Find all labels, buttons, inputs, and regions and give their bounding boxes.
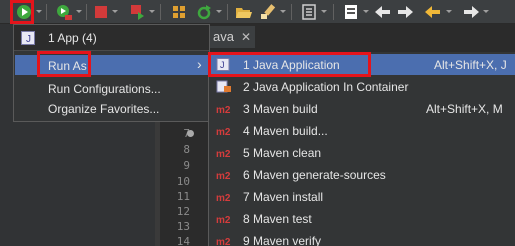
line-number: 11 [176, 190, 190, 203]
close-icon[interactable]: ✕ [241, 26, 251, 48]
java-app-icon: J [21, 31, 35, 45]
svg-text:m2: m2 [216, 149, 231, 159]
editor-ruler [155, 122, 160, 246]
svg-text:m2: m2 [216, 193, 231, 203]
line-number: 9 [183, 159, 190, 172]
coverage-dropdown-chevron-icon[interactable] [149, 10, 155, 13]
toolbar-separator [333, 4, 334, 20]
fold-icon[interactable] [187, 130, 194, 137]
new-class-icon[interactable] [171, 3, 189, 21]
menu-item-1-app[interactable]: J 1 App (4) [14, 25, 209, 51]
menu-item-java-container[interactable]: 2 Java Application In Container [243, 80, 408, 94]
menu-item-organize-favorites[interactable]: Organize Favorites... [48, 102, 159, 116]
run-as-highlight [37, 51, 91, 77]
svg-text:m2: m2 [216, 215, 231, 225]
next-edit-dropdown-chevron-icon[interactable] [483, 10, 489, 13]
menu-item-maven-generate-sources[interactable]: 6 Maven generate-sources [243, 168, 386, 182]
line-number: 10 [176, 175, 190, 188]
line-number: 12 [176, 205, 190, 218]
menu-item-maven-build[interactable]: 3 Maven build [243, 102, 318, 116]
menu-item-maven-install[interactable]: 7 Maven install [243, 190, 323, 204]
open-folder-icon[interactable] [235, 3, 253, 21]
stop-icon[interactable] [92, 3, 110, 21]
maven-icon: m2 [216, 237, 231, 246]
toolbar-separator [291, 4, 292, 20]
chevron-right-icon: › [197, 56, 202, 72]
toolbar-separator [86, 4, 87, 20]
line-number: 14 [176, 235, 190, 246]
menu-item-1-app-label: 1 App (4) [48, 31, 97, 45]
java-application-highlight [208, 52, 371, 77]
maven-icon: m2 [216, 149, 231, 159]
menu-item-maven-build-shortcut: Alt+Shift+X, M [426, 102, 503, 116]
main-toolbar [0, 0, 515, 24]
run-button-highlight [10, 0, 34, 24]
menu-item-maven-clean[interactable]: 5 Maven clean [243, 146, 321, 160]
toolbar-separator [160, 4, 161, 20]
back-icon[interactable] [374, 3, 392, 21]
stop-dropdown-chevron-icon[interactable] [112, 10, 118, 13]
toolbar-separator [46, 4, 47, 20]
prev-edit-dropdown-chevron-icon[interactable] [446, 10, 452, 13]
next-edit-icon[interactable] [462, 3, 480, 21]
menu-item-maven-build-dialog[interactable]: 4 Maven build... [243, 124, 328, 138]
outline-icon[interactable] [300, 3, 318, 21]
menu-item-maven-verify[interactable]: 9 Maven verify [243, 234, 321, 246]
maven-icon: m2 [216, 171, 231, 181]
editor-tab-label: ava [213, 29, 234, 44]
menu-item-java-application-shortcut: Alt+Shift+X, J [434, 58, 507, 72]
line-number: 13 [176, 220, 190, 233]
debug-dropdown-chevron-icon[interactable] [76, 10, 82, 13]
maven-icon: m2 [216, 215, 231, 225]
menu-item-maven-test[interactable]: 8 Maven test [243, 212, 312, 226]
svg-text:J: J [26, 34, 31, 45]
menu-item-run-configurations[interactable]: Run Configurations... [48, 82, 161, 96]
toolbar-separator [227, 4, 228, 20]
container-icon [216, 80, 231, 93]
forward-icon[interactable] [396, 3, 414, 21]
maven-icon: m2 [216, 127, 231, 137]
line-number: 8 [183, 143, 190, 156]
run-dropdown-chevron-icon[interactable] [36, 10, 42, 13]
coverage-icon[interactable] [129, 3, 147, 21]
prev-edit-icon[interactable] [424, 3, 442, 21]
brush-dropdown-chevron-icon[interactable] [280, 10, 286, 13]
debug-icon[interactable] [55, 3, 73, 21]
maven-icon: m2 [216, 105, 231, 115]
svg-text:m2: m2 [216, 237, 231, 246]
line-number: 7 [162, 127, 190, 140]
svg-text:m2: m2 [216, 171, 231, 181]
refresh-icon[interactable] [195, 3, 213, 21]
refresh-dropdown-chevron-icon[interactable] [216, 10, 222, 13]
editor-tab[interactable]: ava ✕ [205, 26, 255, 48]
task-dropdown-chevron-icon[interactable] [363, 10, 369, 13]
outline-dropdown-chevron-icon[interactable] [321, 10, 327, 13]
task-icon[interactable] [342, 3, 360, 21]
svg-text:m2: m2 [216, 105, 231, 115]
brush-icon[interactable] [259, 3, 277, 21]
run-as-submenu: J 1 Java Application Alt+Shift+X, J 2 Ja… [208, 52, 515, 246]
svg-text:m2: m2 [216, 127, 231, 137]
maven-icon: m2 [216, 193, 231, 203]
